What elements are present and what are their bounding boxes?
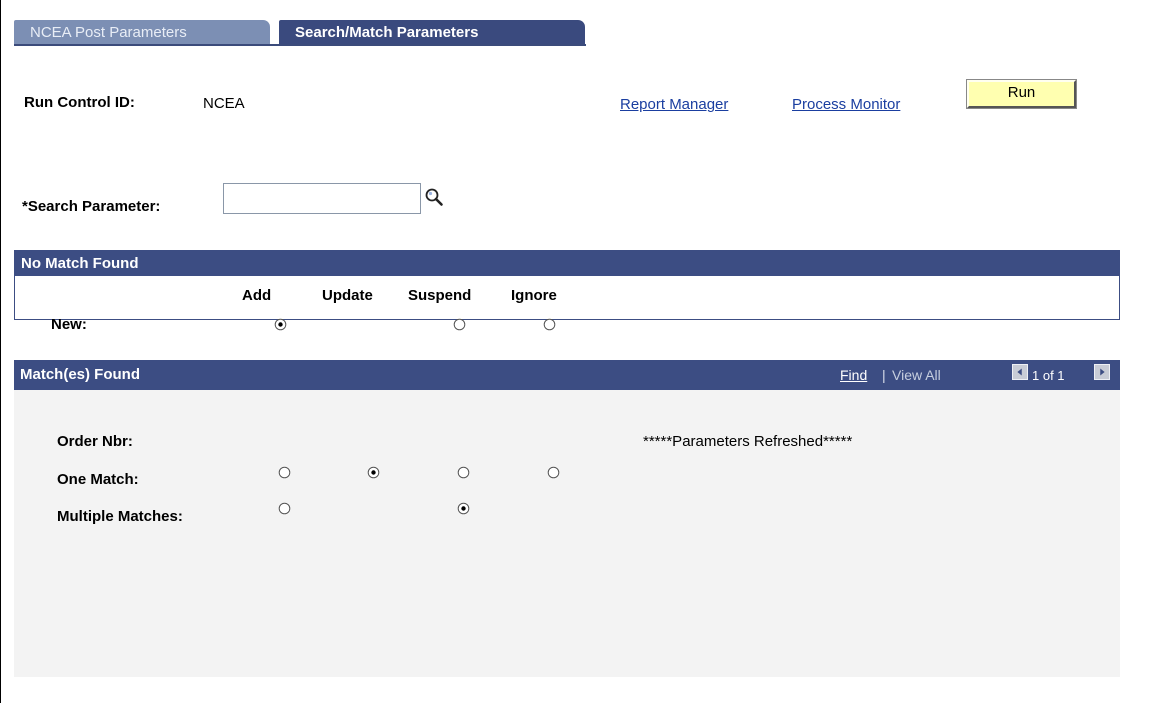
run-button[interactable]: Run: [966, 79, 1077, 109]
process-monitor-link[interactable]: Process Monitor: [792, 96, 900, 113]
find-link[interactable]: Find: [840, 367, 867, 383]
row-count: 1 of 1: [1032, 368, 1065, 383]
arrow-right-icon[interactable]: [1094, 364, 1110, 380]
column-suspend: Suspend: [408, 287, 472, 304]
report-manager-link[interactable]: Report Manager: [620, 96, 728, 113]
magnifier-icon[interactable]: [424, 187, 444, 207]
matches-found-header: Match(es) Found Find | View All 1 of 1: [14, 360, 1120, 390]
view-all-link[interactable]: View All: [892, 367, 941, 383]
page-left-border: [0, 0, 1, 703]
nav-separator: |: [882, 367, 886, 383]
new-row-label: New:: [51, 316, 87, 333]
matches-found-title: Match(es) Found: [20, 366, 140, 383]
new-suspend-radio[interactable]: [453, 318, 466, 331]
run-control-label: Run Control ID:: [24, 94, 135, 111]
search-parameter-input[interactable]: [223, 183, 421, 214]
new-ignore-radio[interactable]: [543, 318, 556, 331]
matches-found-section: Match(es) Found Find | View All 1 of 1 O…: [14, 360, 1120, 677]
order-nbr-label: Order Nbr:: [57, 433, 133, 450]
column-update: Update: [322, 287, 373, 304]
multiple-matches-add-radio[interactable]: [278, 502, 291, 515]
multiple-matches-label: Multiple Matches:: [57, 508, 183, 525]
column-ignore: Ignore: [511, 287, 557, 304]
one-match-update-radio[interactable]: [367, 466, 380, 479]
one-match-suspend-radio[interactable]: [457, 466, 470, 479]
search-parameter-label: *Search Parameter:: [22, 198, 161, 215]
one-match-ignore-radio[interactable]: [547, 466, 560, 479]
multiple-matches-suspend-radio[interactable]: [457, 502, 470, 515]
run-control-value: NCEA: [203, 95, 245, 112]
tab-search-match-parameters[interactable]: Search/Match Parameters: [279, 20, 585, 45]
tab-ncea-post-parameters[interactable]: NCEA Post Parameters: [14, 20, 270, 45]
new-add-radio[interactable]: [274, 318, 287, 331]
one-match-add-radio[interactable]: [278, 466, 291, 479]
arrow-left-icon[interactable]: [1012, 364, 1028, 380]
no-match-found-section: No Match Found Add Update Suspend Ignore…: [14, 250, 1120, 333]
no-match-found-header: No Match Found: [15, 251, 1119, 276]
column-add: Add: [242, 287, 272, 304]
status-message: *****Parameters Refreshed*****: [643, 433, 853, 450]
tab-underline: [14, 44, 586, 46]
one-match-label: One Match:: [57, 471, 139, 488]
